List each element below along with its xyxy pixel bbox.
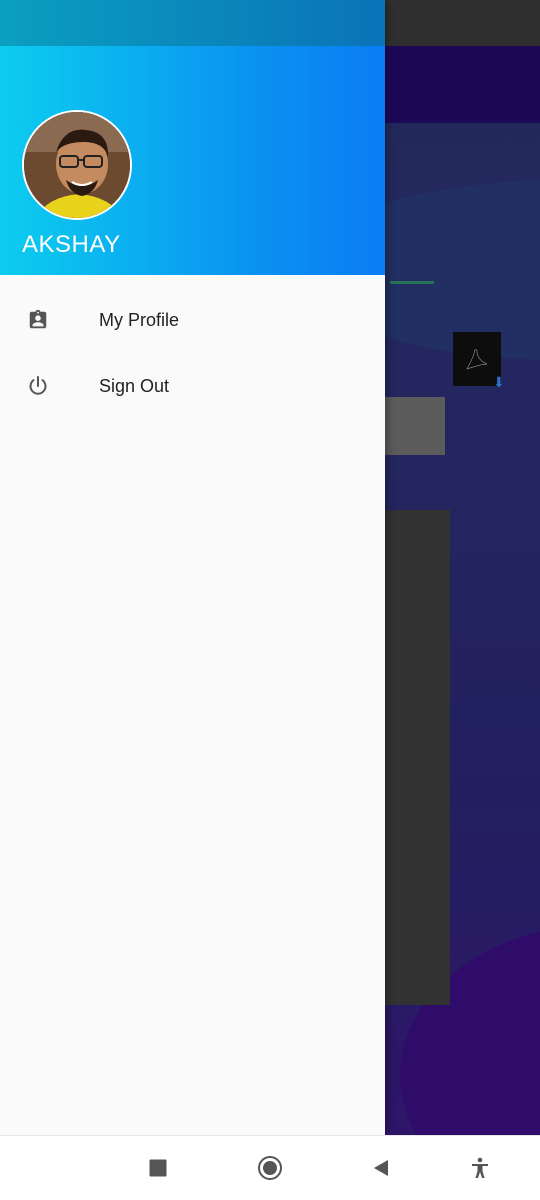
home-button[interactable] [258, 1156, 282, 1180]
user-name: AKSHAY [22, 231, 121, 258]
accessibility-icon [472, 1157, 488, 1178]
circle-icon [258, 1156, 282, 1180]
menu-item-label: Sign Out [99, 375, 170, 396]
menu-item-my-profile[interactable]: My Profile [0, 287, 385, 353]
recents-button[interactable] [149, 1159, 167, 1177]
system-navigation-bar [0, 1135, 540, 1200]
power-icon [26, 374, 50, 398]
avatar[interactable] [22, 110, 132, 220]
status-bar [0, 0, 385, 46]
drawer-header: AKSHAY [0, 46, 385, 275]
navigation-drawer: AKSHAY My Profile Sign Out [0, 0, 385, 1135]
menu-item-sign-out[interactable]: Sign Out [0, 353, 385, 419]
square-icon [149, 1159, 167, 1177]
back-button[interactable] [372, 1159, 390, 1177]
assignment-ind-icon [26, 308, 50, 332]
drawer-menu: My Profile Sign Out [0, 287, 385, 419]
triangle-back-icon [374, 1160, 388, 1176]
menu-item-label: My Profile [99, 309, 180, 330]
accessibility-button[interactable] [470, 1157, 490, 1179]
